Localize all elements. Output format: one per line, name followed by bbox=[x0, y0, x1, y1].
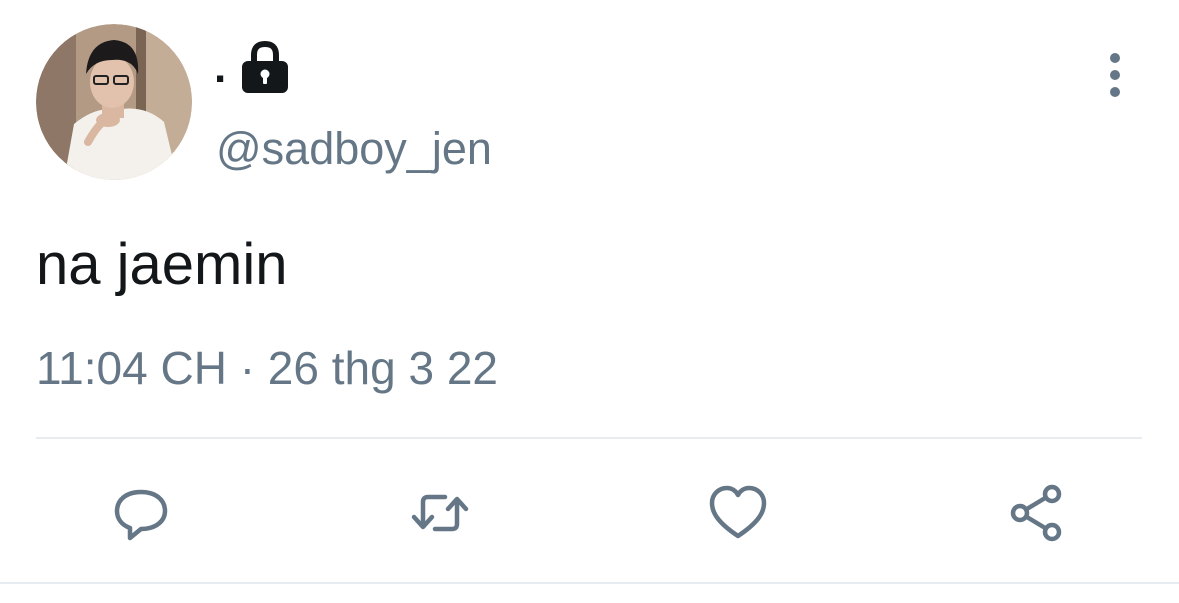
display-name-row: . bbox=[214, 36, 292, 100]
more-vertical-icon[interactable] bbox=[1092, 50, 1138, 100]
display-name[interactable]: . bbox=[214, 46, 226, 90]
user-handle[interactable]: @sadboy_jen bbox=[216, 126, 492, 171]
timestamp[interactable]: 11:04 CH · 26 thg 3 22 bbox=[36, 345, 498, 391]
tweet: . @sadboy_jen na jaemin 11:04 CH · 26 th… bbox=[0, 0, 1179, 603]
reply-button[interactable] bbox=[98, 470, 184, 556]
heart-icon bbox=[709, 485, 767, 539]
like-button[interactable] bbox=[695, 470, 781, 556]
share-icon bbox=[1010, 484, 1062, 542]
avatar[interactable] bbox=[36, 24, 192, 180]
retweet-icon bbox=[411, 494, 469, 532]
lock-icon bbox=[238, 39, 292, 97]
divider bbox=[36, 437, 1142, 439]
retweet-button[interactable] bbox=[397, 470, 483, 556]
reply-icon bbox=[114, 489, 168, 541]
share-button[interactable] bbox=[994, 470, 1080, 556]
tweet-text: na jaemin bbox=[36, 232, 288, 297]
action-bar bbox=[0, 470, 1179, 556]
bottom-strip bbox=[0, 584, 1179, 603]
